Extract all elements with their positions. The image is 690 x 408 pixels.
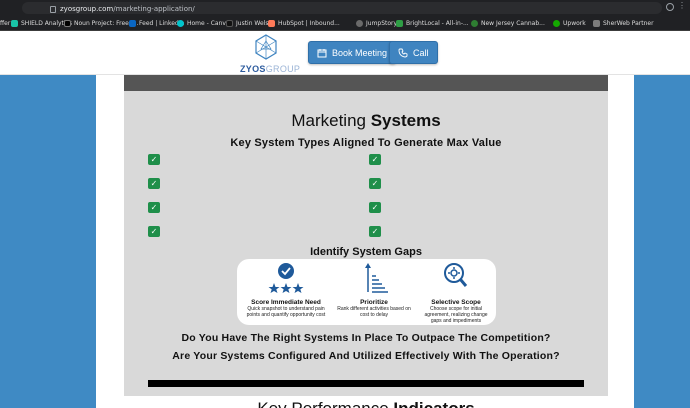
- check-icon: ✓: [369, 154, 381, 165]
- linkedin-icon: [129, 20, 136, 27]
- priority-arrow-icon: [365, 263, 388, 293]
- check-icon: ✓: [369, 226, 381, 237]
- check-icon: ✓: [369, 202, 381, 213]
- call-button[interactable]: Call: [389, 41, 438, 64]
- feature-title: Prioritize: [360, 299, 388, 306]
- bookmark-item[interactable]: Justin Welsh: [226, 18, 272, 29]
- calendar-icon: [317, 48, 327, 57]
- bookmark-item[interactable]: JumpStory: [356, 18, 397, 29]
- badge-stars-icon: [268, 263, 304, 293]
- question-competition: Do You Have The Right Systems In Place T…: [181, 332, 551, 344]
- bookmark-item[interactable]: HubSpot | Inbound...: [268, 18, 340, 29]
- bookmark-item[interactable]: ffer: [0, 18, 10, 29]
- jumpstory-icon: [356, 20, 363, 27]
- check-icon: ✓: [148, 226, 160, 237]
- check-icon: ✓: [148, 202, 160, 213]
- bookmark-item[interactable]: Upwork: [553, 18, 586, 29]
- gaps-title: Identify System Gaps: [310, 246, 422, 258]
- section-title: Marketing Systems: [291, 111, 441, 130]
- canva-icon: [177, 20, 184, 27]
- feature-title: Selective Scope: [431, 299, 481, 306]
- brightlocal-icon: [396, 20, 403, 27]
- account-icon[interactable]: [666, 3, 674, 11]
- section-top-strip: [124, 75, 608, 91]
- noun-project-icon: [64, 20, 71, 27]
- feature-selective-scope: Selective Scope Choose scope for initial…: [420, 262, 492, 324]
- lock-icon: [50, 6, 56, 13]
- logo-wordmark[interactable]: ZYOSGROUP: [240, 64, 300, 74]
- bookmark-item[interactable]: SHIELD Analytics: [11, 18, 72, 29]
- bookmark-item[interactable]: Noun Project: Free I...: [64, 18, 138, 29]
- url-text: zyosgroup.com/marketing-application/: [60, 5, 195, 13]
- bookmark-item[interactable]: New Jersey Cannab...: [471, 18, 545, 29]
- feature-score-immediate-need: Score Immediate Need Quick snapshot to u…: [244, 262, 328, 318]
- check-icon: ✓: [369, 178, 381, 189]
- menu-icon[interactable]: ⋮: [678, 2, 686, 10]
- site-header: ZYOSGROUP Book Meeting Call: [0, 31, 690, 75]
- shield-icon: [11, 20, 18, 27]
- book-meeting-button[interactable]: Book Meeting: [308, 41, 397, 64]
- sherweb-icon: [593, 20, 600, 27]
- hubspot-icon: [268, 20, 275, 27]
- bookmark-item[interactable]: Home - Canva: [177, 18, 230, 29]
- check-icon: ✓: [148, 178, 160, 189]
- upwork-icon: [553, 20, 560, 27]
- feature-description: Choose scope for initial agreement, real…: [424, 306, 488, 324]
- browser-address-bar: zyosgroup.com/marketing-application/ ⋮: [0, 0, 690, 16]
- bookmark-item[interactable]: Feed | LinkedIn: [129, 18, 184, 29]
- bookmark-item[interactable]: BrightLocal - All-in-...: [396, 18, 469, 29]
- feature-prioritize: Prioritize Rank different activities bas…: [336, 262, 412, 318]
- url-field[interactable]: zyosgroup.com/marketing-application/: [22, 2, 662, 14]
- phone-icon: [398, 48, 408, 57]
- section-divider: [148, 380, 584, 387]
- book-meeting-label: Book Meeting: [332, 47, 388, 58]
- new-jersey-cannabis-icon: [471, 20, 478, 27]
- magnifier-gear-icon: [444, 263, 468, 287]
- feature-description: Rank different activities based on cost …: [337, 306, 411, 318]
- bookmark-item[interactable]: SherWeb Partner: [593, 18, 654, 29]
- feature-description: Quick snapshot to understand pain points…: [246, 306, 326, 318]
- section-subtitle: Key System Types Aligned To Generate Max…: [230, 137, 502, 149]
- justin-welsh-icon: [226, 20, 233, 27]
- kpi-title: Key Performance Indicators: [124, 399, 608, 408]
- bookmarks-bar: ffer SHIELD Analytics Noun Project: Free…: [0, 16, 690, 31]
- check-icon: ✓: [148, 154, 160, 165]
- question-configuration: Are Your Systems Configured And Utilized…: [172, 350, 560, 362]
- call-label: Call: [413, 47, 429, 58]
- feature-title: Score Immediate Need: [251, 299, 321, 306]
